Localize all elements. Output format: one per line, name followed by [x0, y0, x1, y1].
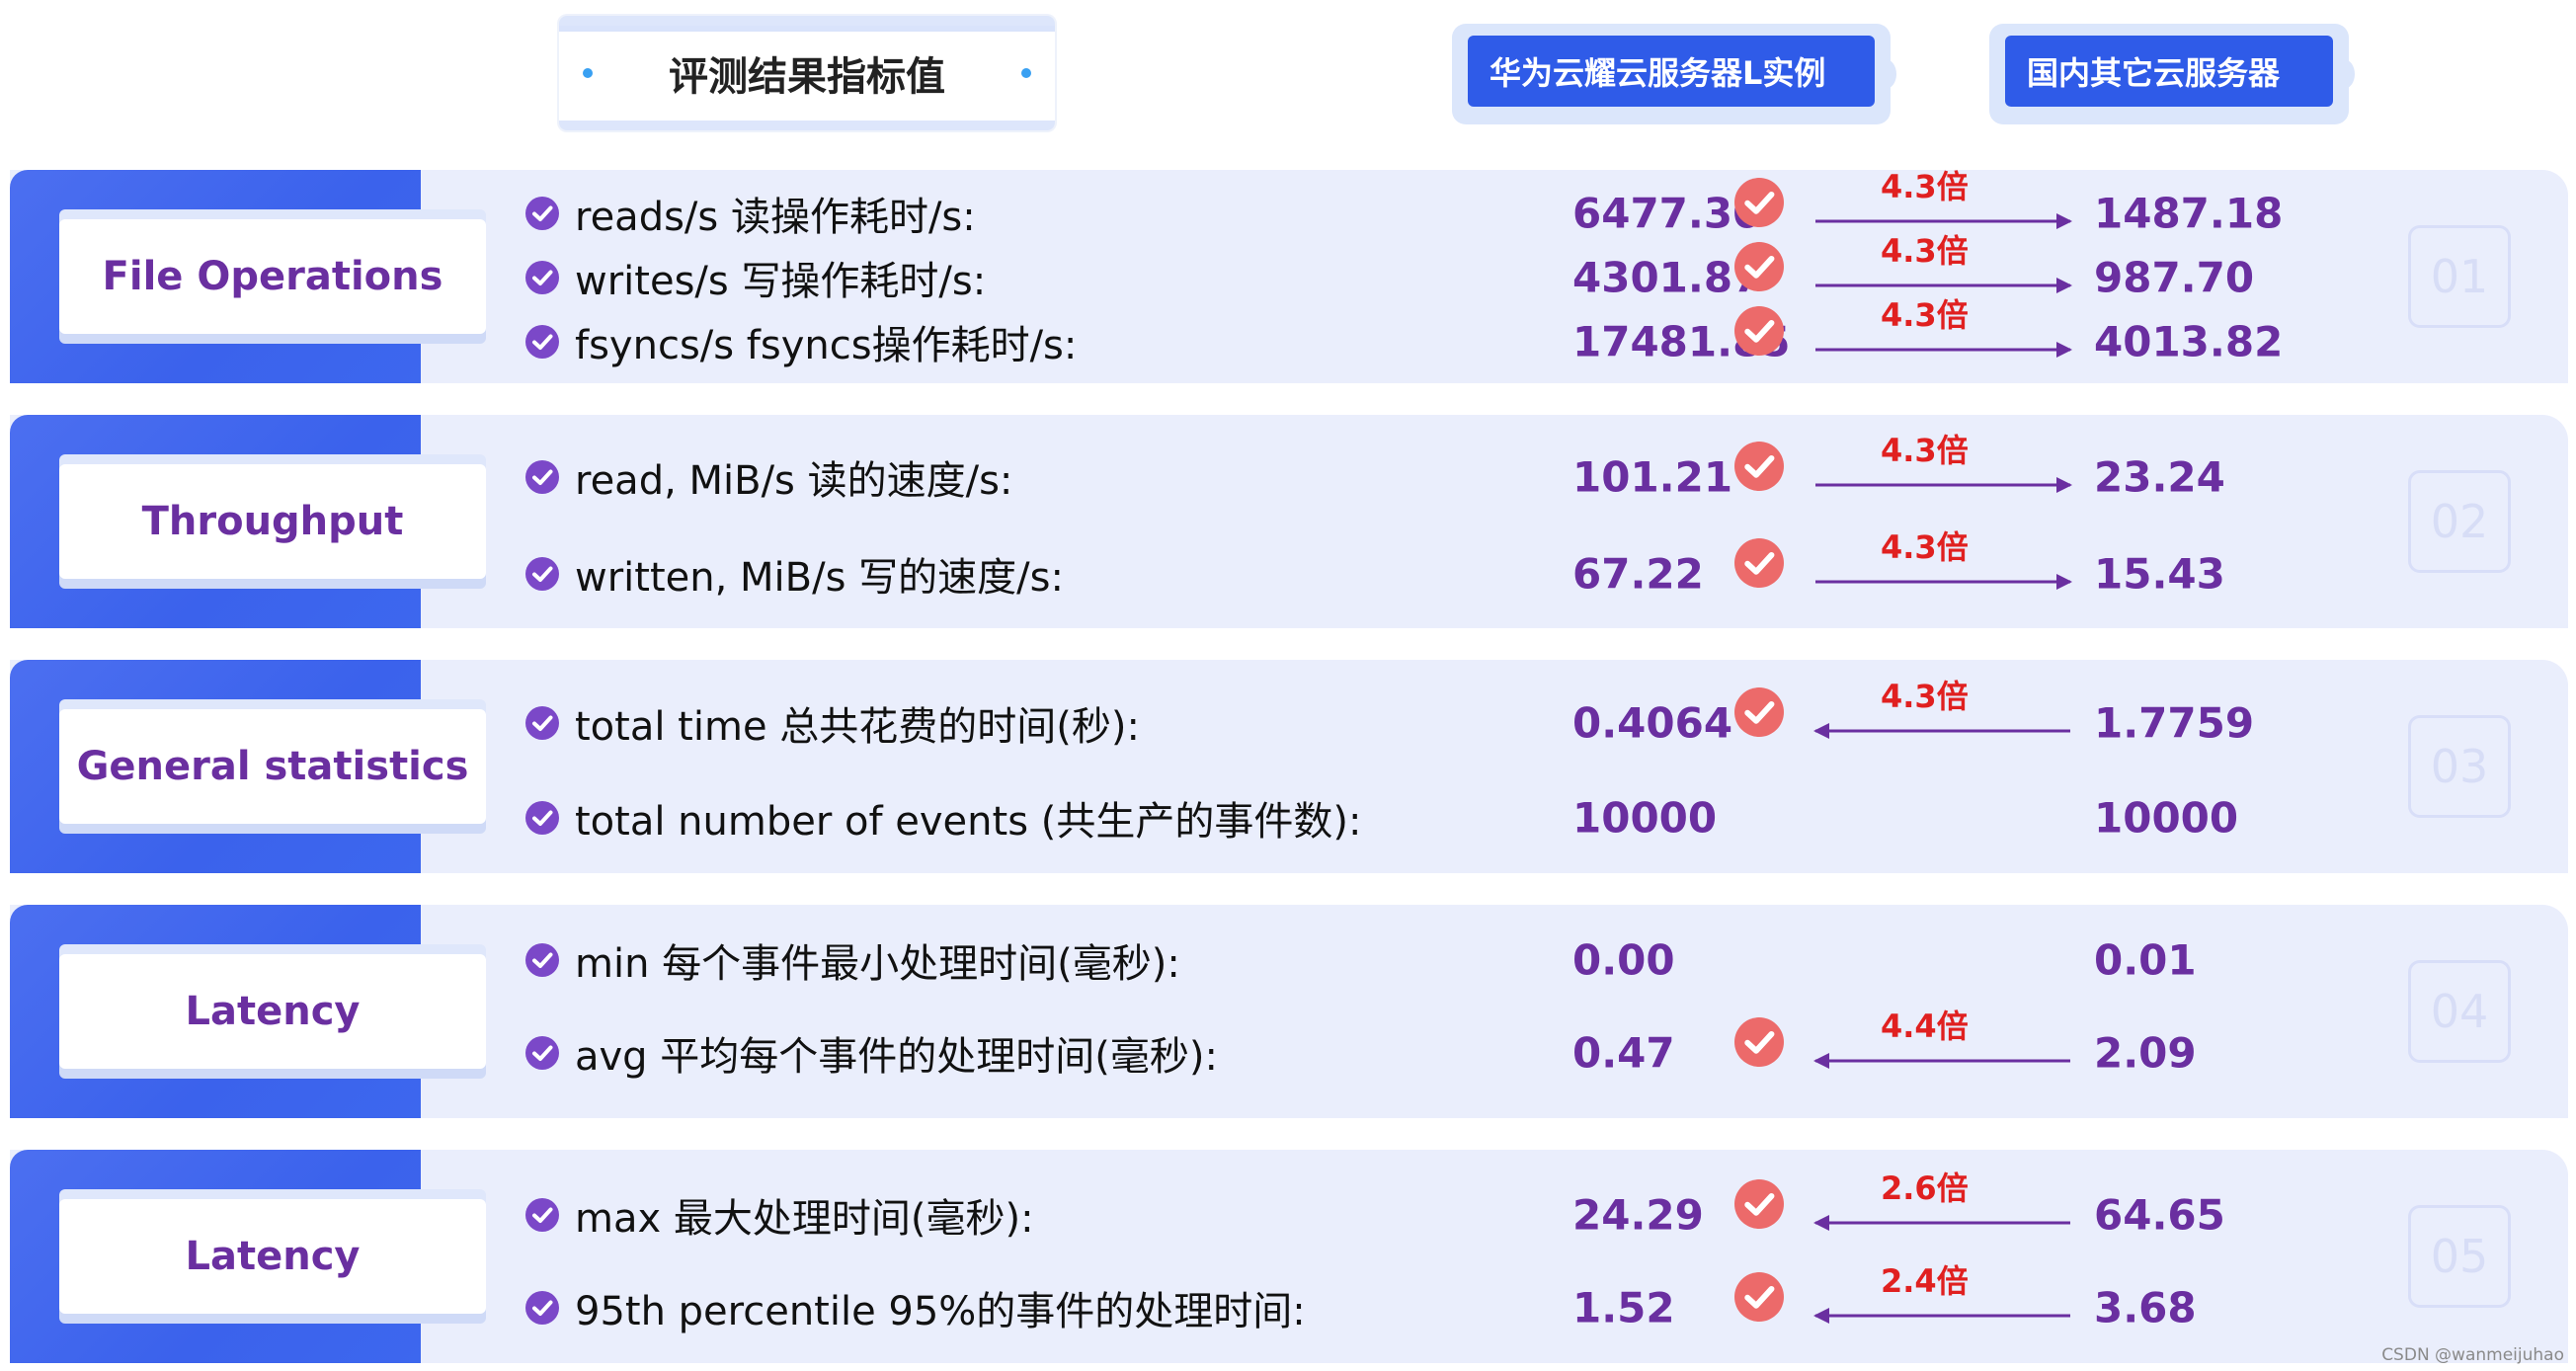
- vendor-a-value: 0.00: [1572, 935, 1675, 985]
- vendor-b-label: 国内其它云服务器: [2005, 36, 2333, 107]
- metric-label: 95th percentile 95%的事件的处理时间:: [575, 1289, 1306, 1334]
- check-circle-icon: [525, 1291, 559, 1325]
- vendor-b-value: 987.70: [2094, 253, 2255, 302]
- arrow-left-icon: [1811, 1306, 2074, 1326]
- bullet-dot-icon: [1021, 68, 1031, 78]
- vendor-b-tag: 国内其它云服务器: [1989, 24, 2355, 124]
- vendor-b-value: 2.09: [2094, 1028, 2197, 1078]
- page-title: 评测结果指标值: [669, 54, 945, 100]
- metric-row: avg 平均每个事件的处理时间(毫秒): 0.47 2.09 4.4倍: [10, 1008, 2568, 1083]
- arrow-right-icon: [1811, 340, 2074, 360]
- metric-row: min 每个事件最小处理时间(毫秒): 0.00 0.01: [10, 930, 2568, 990]
- vendor-b-value: 10000: [2094, 793, 2239, 843]
- tag-notch-icon: [2333, 59, 2355, 89]
- ratio-label: 4.3倍: [1881, 528, 1969, 566]
- metric-section-2: Throughput 02 read, MiB/s 读的速度/s: 101.21 23.…: [10, 415, 2568, 628]
- vendor-a-tag: 华为云耀云服务器L实例: [1452, 24, 1896, 124]
- arrow-left-icon: [1811, 721, 2074, 741]
- metric-row: total time 总共花费的时间(秒): 0.4064 1.7759 4.3倍: [10, 678, 2568, 753]
- vendor-a-value: 10000: [1572, 793, 1718, 843]
- check-circle-icon: [525, 557, 559, 591]
- metric-row: max 最大处理时间(毫秒): 24.29 64.65 2.6倍: [10, 1169, 2568, 1245]
- metric-section-1: File Operations 01 reads/s 读操作耗时/s: 6477.30…: [10, 168, 2568, 383]
- vendor-a-value: 1.52: [1572, 1283, 1675, 1332]
- winner-check-badge-icon: [1734, 538, 1784, 588]
- metric-label: total time 总共花费的时间(秒):: [575, 704, 1140, 750]
- ratio-label: 2.6倍: [1881, 1169, 1969, 1207]
- metric-label: writes/s 写操作耗时/s:: [575, 259, 987, 304]
- ratio-label: 4.3倍: [1881, 168, 1969, 205]
- metric-section-3: General statistics 03 total time 总共花费的时间(秒…: [10, 660, 2568, 873]
- ratio-label: 4.4倍: [1881, 1008, 1969, 1045]
- check-circle-icon: [525, 325, 559, 359]
- check-circle-icon: [525, 261, 559, 294]
- arrow-left-icon: [1811, 1213, 2074, 1233]
- winner-check-badge-icon: [1734, 442, 1784, 491]
- winner-check-badge-icon: [1734, 1179, 1784, 1229]
- metric-label: written, MiB/s 写的速度/s:: [575, 555, 1064, 601]
- check-circle-icon: [525, 943, 559, 977]
- vendor-a-value: 6477.30: [1572, 189, 1762, 238]
- metric-row: total number of events (共生产的事件数): 10000 10…: [10, 788, 2568, 847]
- vendor-a-value: 67.22: [1572, 549, 1704, 599]
- vendor-b-value: 15.43: [2094, 549, 2225, 599]
- metric-row: fsyncs/s fsyncs操作耗时/s: 17481.85 4013.82 4.3…: [10, 296, 2568, 371]
- watermark: CSDN @wanmeijuhao: [2381, 1345, 2564, 1365]
- vendor-b-value: 3.68: [2094, 1283, 2197, 1332]
- ratio-label: 4.3倍: [1881, 296, 1969, 334]
- winner-check-badge-icon: [1734, 1017, 1784, 1067]
- metric-section-5: Latency 05 max 最大处理时间(毫秒): 24.29 64.65 2.6倍 95…: [10, 1150, 2568, 1363]
- metric-row: 95th percentile 95%的事件的处理时间: 1.52 3.68 2.4倍: [10, 1262, 2568, 1337]
- ratio-label: 4.3倍: [1881, 678, 1969, 715]
- arrow-right-icon: [1811, 475, 2074, 495]
- check-circle-icon: [525, 706, 559, 740]
- vendor-b-value: 1.7759: [2094, 698, 2255, 748]
- arrow-left-icon: [1811, 1051, 2074, 1071]
- metric-label: fsyncs/s fsyncs操作耗时/s:: [575, 323, 1078, 368]
- ratio-label: 4.3倍: [1881, 432, 1969, 469]
- header-title-card: 评测结果指标值: [559, 16, 1055, 130]
- winner-check-badge-icon: [1734, 178, 1784, 227]
- vendor-b-value: 23.24: [2094, 452, 2225, 502]
- metric-label: reads/s 读操作耗时/s:: [575, 195, 976, 240]
- vendor-a-value: 0.4064: [1572, 698, 1733, 748]
- ratio-label: 4.3倍: [1881, 232, 1969, 270]
- vendor-a-value: 4301.87: [1572, 253, 1762, 302]
- vendor-b-value: 1487.18: [2094, 189, 2284, 238]
- metric-label: total number of events (共生产的事件数):: [575, 799, 1362, 845]
- vendor-a-label: 华为云耀云服务器L实例: [1468, 36, 1875, 107]
- arrow-right-icon: [1811, 572, 2074, 592]
- ratio-label: 2.4倍: [1881, 1262, 1969, 1300]
- metric-row: written, MiB/s 写的速度/s: 67.22 15.43 4.3倍: [10, 528, 2568, 604]
- metric-label: min 每个事件最小处理时间(毫秒):: [575, 941, 1180, 987]
- check-circle-icon: [525, 197, 559, 230]
- metric-label: avg 平均每个事件的处理时间(毫秒):: [575, 1034, 1218, 1080]
- vendor-b-value: 4013.82: [2094, 317, 2284, 366]
- metric-row: writes/s 写操作耗时/s: 4301.87 987.70 4.3倍: [10, 232, 2568, 307]
- metric-row: reads/s 读操作耗时/s: 6477.30 1487.18 4.3倍: [10, 168, 2568, 243]
- metric-row: read, MiB/s 读的速度/s: 101.21 23.24 4.3倍: [10, 432, 2568, 507]
- tag-notch-icon: [1875, 59, 1896, 89]
- winner-check-badge-icon: [1734, 306, 1784, 356]
- metric-section-4: Latency 04 min 每个事件最小处理时间(毫秒): 0.00 0.01 avg …: [10, 905, 2568, 1118]
- vendor-a-value: 24.29: [1572, 1190, 1704, 1240]
- check-circle-icon: [525, 460, 559, 494]
- winner-check-badge-icon: [1734, 242, 1784, 291]
- check-circle-icon: [525, 1198, 559, 1232]
- winner-check-badge-icon: [1734, 687, 1784, 737]
- vendor-b-value: 0.01: [2094, 935, 2197, 985]
- vendor-b-value: 64.65: [2094, 1190, 2225, 1240]
- check-circle-icon: [525, 1036, 559, 1070]
- vendor-a-value: 101.21: [1572, 452, 1733, 502]
- metric-label: read, MiB/s 读的速度/s:: [575, 458, 1013, 504]
- winner-check-badge-icon: [1734, 1272, 1784, 1322]
- check-circle-icon: [525, 801, 559, 835]
- vendor-a-value: 0.47: [1572, 1028, 1675, 1078]
- metric-label: max 最大处理时间(毫秒):: [575, 1196, 1034, 1242]
